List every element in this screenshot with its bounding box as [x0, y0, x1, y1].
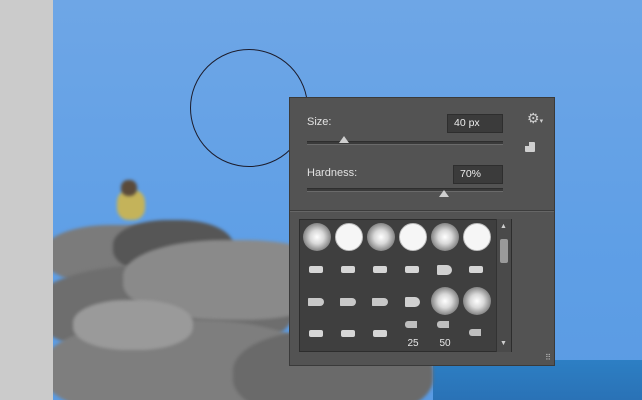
- resize-grip-icon[interactable]: ⠿: [545, 354, 551, 362]
- brush-preset-bristle[interactable]: [301, 317, 333, 349]
- hardness-slider-track[interactable]: [307, 188, 503, 197]
- sea-area: [433, 360, 642, 400]
- fan-brush-tip-icon: [437, 265, 452, 275]
- brush-preset-hard-round[interactable]: [397, 221, 429, 253]
- bristle-brush-tip-icon: [373, 330, 387, 337]
- hard-round-brush-tip-icon: [463, 223, 491, 251]
- scroll-up-arrow-icon[interactable]: ▲: [500, 223, 507, 231]
- soft-round-brush-tip-icon: [367, 223, 395, 251]
- bristle-brush-tip-icon: [308, 298, 324, 306]
- brush-preset-bristle[interactable]: [333, 253, 365, 285]
- brush-size-label: 25: [407, 338, 419, 349]
- soft-round-brush-tip-icon: [463, 287, 491, 315]
- brush-preset-soft-round[interactable]: [301, 221, 333, 253]
- soft-round-brush-tip-icon: [431, 223, 459, 251]
- brush-size-label: 50: [439, 338, 451, 349]
- brush-preset-bristle[interactable]: [365, 253, 397, 285]
- brush-preset-bristle[interactable]: [301, 253, 333, 285]
- pen-brush-tip-icon: [437, 321, 449, 328]
- brush-preset-soft-round[interactable]: [429, 285, 461, 317]
- pen-brush-tip-icon: [469, 329, 481, 336]
- bristle-brush-tip-icon: [309, 266, 323, 273]
- divider: [290, 210, 554, 212]
- soft-round-brush-tip-icon: [303, 223, 331, 251]
- gear-icon[interactable]: ⚙▾: [527, 110, 543, 127]
- brush-preset-grid: 25 50: [299, 219, 512, 352]
- bristle-brush-tip-icon: [341, 266, 355, 273]
- bristle-brush-tip-icon: [341, 330, 355, 337]
- hardness-label: Hardness:: [307, 167, 358, 179]
- bristle-brush-tip-icon: [373, 266, 387, 273]
- brush-preset-hard-round[interactable]: [333, 221, 365, 253]
- brush-preset-pen[interactable]: 50: [429, 317, 461, 349]
- brush-preset-bristle[interactable]: [365, 317, 397, 349]
- brush-preset-fan[interactable]: [429, 253, 461, 285]
- brush-preset-pen[interactable]: [461, 317, 493, 349]
- hard-round-brush-tip-icon: [399, 223, 427, 251]
- brush-preset-soft-round[interactable]: [429, 221, 461, 253]
- size-slider-track[interactable]: [307, 136, 503, 145]
- scroll-down-arrow-icon[interactable]: ▼: [500, 340, 507, 348]
- hard-round-brush-tip-icon: [335, 223, 363, 251]
- soft-round-brush-tip-icon: [431, 287, 459, 315]
- size-input[interactable]: 40 px: [447, 114, 503, 133]
- brush-preset-picker: Size: 40 px Hardness: 70% ⚙▾ 25 50 ▲ ▼ ⠿: [289, 97, 555, 366]
- preset-scrollbar[interactable]: ▲ ▼: [496, 219, 511, 352]
- fan-brush-tip-icon: [405, 297, 420, 307]
- new-preset-icon[interactable]: [525, 142, 535, 152]
- brush-preset-soft-round[interactable]: [365, 221, 397, 253]
- brush-preset-soft-round[interactable]: [461, 285, 493, 317]
- bristle-brush-tip-icon: [340, 298, 356, 306]
- brush-preset-bristle[interactable]: [301, 285, 333, 317]
- size-label: Size:: [307, 116, 332, 128]
- brush-preset-bristle[interactable]: [461, 253, 493, 285]
- bristle-brush-tip-icon: [469, 266, 483, 273]
- brush-preset-bristle[interactable]: [397, 253, 429, 285]
- pen-brush-tip-icon: [405, 321, 417, 328]
- hardness-input[interactable]: 70%: [453, 165, 503, 184]
- bristle-brush-tip-icon: [372, 298, 388, 306]
- brush-preset-pen[interactable]: 25: [397, 317, 429, 349]
- bristle-brush-tip-icon: [309, 330, 323, 337]
- brush-preset-bristle[interactable]: [365, 285, 397, 317]
- person-head: [121, 180, 137, 196]
- brush-preset-bristle[interactable]: [333, 285, 365, 317]
- left-strip: [0, 0, 53, 400]
- rock: [73, 300, 193, 350]
- brush-preset-fan[interactable]: [397, 285, 429, 317]
- brush-preset-bristle[interactable]: [333, 317, 365, 349]
- bristle-brush-tip-icon: [405, 266, 419, 273]
- scroll-thumb[interactable]: [500, 239, 508, 263]
- brush-preset-hard-round[interactable]: [461, 221, 493, 253]
